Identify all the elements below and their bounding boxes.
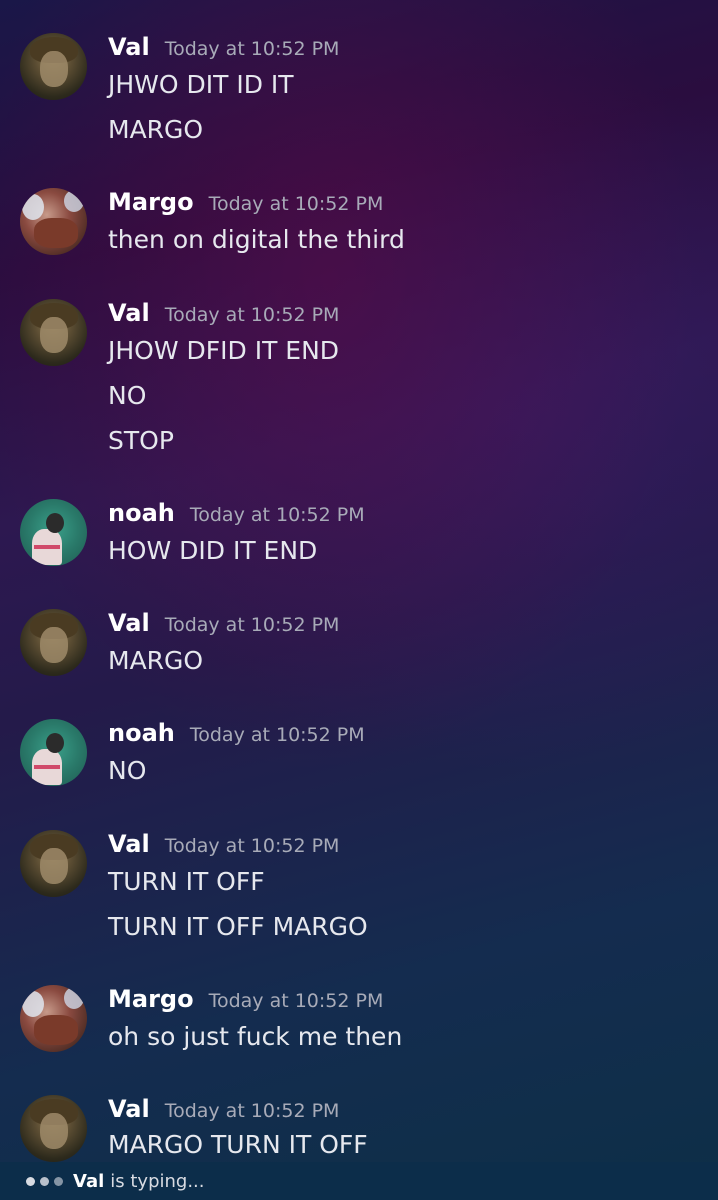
message-text: JHOW DFID IT END (108, 336, 340, 365)
margo-avatar[interactable] (20, 985, 87, 1052)
typing-indicator: Val is typing... (0, 1162, 718, 1200)
typing-text: is typing... (110, 1170, 205, 1192)
message-text: TURN IT OFF MARGO (108, 912, 368, 941)
message-text: MARGO TURN IT OFF (108, 1130, 368, 1159)
message-text: JHWO DIT ID IT (108, 70, 294, 99)
val-avatar[interactable] (20, 609, 87, 676)
typing-user: Val (73, 1170, 105, 1192)
noah-avatar[interactable] (20, 499, 87, 566)
author-name[interactable]: noah (108, 719, 175, 747)
author-name[interactable]: Val (108, 830, 150, 858)
message-text: NO (108, 381, 147, 410)
timestamp: Today at 10:52 PM (164, 38, 340, 60)
timestamp: Today at 10:52 PM (164, 304, 340, 326)
author-name[interactable]: Val (108, 33, 150, 61)
val-avatar[interactable] (20, 299, 87, 366)
timestamp: Today at 10:52 PM (164, 614, 340, 636)
noah-avatar[interactable] (20, 719, 87, 786)
message-text: NO (108, 756, 147, 785)
message-feed[interactable]: Val Today at 10:52 PM JHWO DIT ID IT MAR… (0, 0, 718, 1162)
message-text: oh so just fuck me then (108, 1022, 403, 1051)
margo-avatar[interactable] (20, 188, 87, 255)
message-text: MARGO (108, 646, 204, 675)
timestamp: Today at 10:52 PM (189, 504, 365, 526)
message-text: HOW DID IT END (108, 536, 318, 565)
message-text: MARGO (108, 115, 204, 144)
message-text: then on digital the third (108, 225, 405, 254)
message-text: STOP (108, 426, 174, 455)
timestamp: Today at 10:52 PM (164, 1100, 340, 1122)
val-avatar[interactable] (20, 830, 87, 897)
val-avatar[interactable] (20, 1095, 87, 1162)
author-name[interactable]: Val (108, 609, 150, 637)
author-name[interactable]: noah (108, 499, 175, 527)
author-name[interactable]: Margo (108, 985, 194, 1013)
timestamp: Today at 10:52 PM (164, 835, 340, 857)
timestamp: Today at 10:52 PM (208, 193, 384, 215)
val-avatar[interactable] (20, 33, 87, 100)
author-name[interactable]: Val (108, 1095, 150, 1123)
timestamp: Today at 10:52 PM (189, 724, 365, 746)
author-name[interactable]: Margo (108, 188, 194, 216)
timestamp: Today at 10:52 PM (208, 990, 384, 1012)
typing-dots-icon (26, 1176, 63, 1186)
author-name[interactable]: Val (108, 299, 150, 327)
message-text: TURN IT OFF (108, 867, 265, 896)
